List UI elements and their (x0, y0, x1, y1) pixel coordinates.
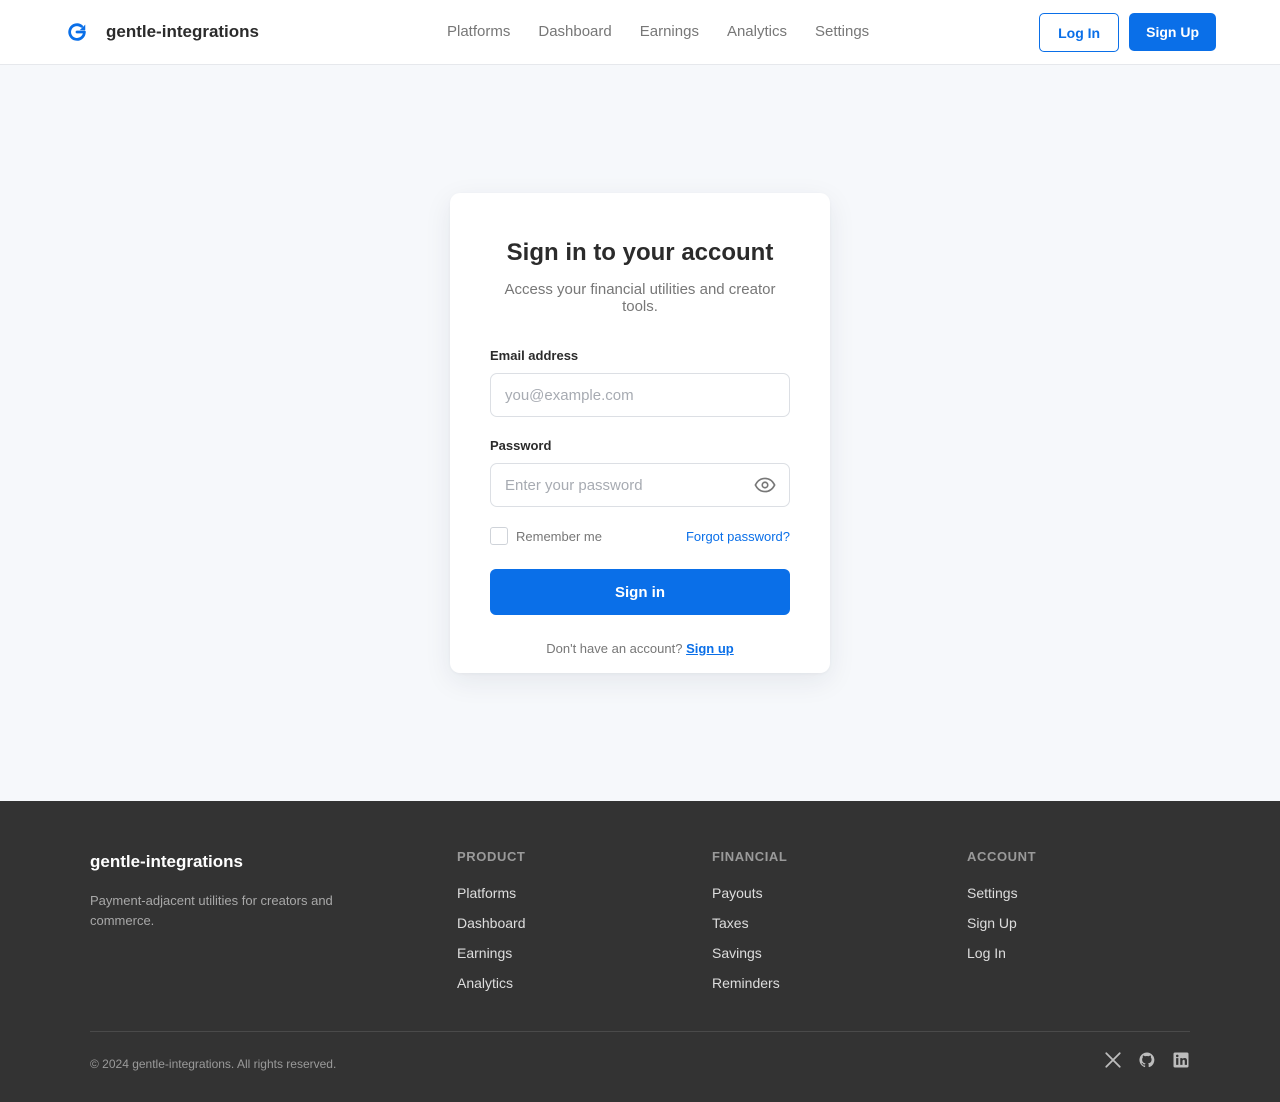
github-icon[interactable] (1138, 1051, 1156, 1069)
footer-heading: ACCOUNT (967, 849, 1037, 864)
remember-me[interactable]: Remember me (490, 527, 602, 545)
nav-item-settings[interactable]: Settings (815, 23, 869, 40)
footer-brand: gentle-integrations (90, 852, 244, 871)
signup-link[interactable]: Sign up (686, 641, 734, 656)
options-row: Remember me Forgot password? (490, 527, 790, 545)
site-header: gentle-integrations Platforms Dashboard … (0, 0, 1280, 65)
eye-icon[interactable] (754, 474, 776, 496)
footer-link-taxes[interactable]: Taxes (712, 915, 749, 931)
footer-link-reminders[interactable]: Reminders (712, 975, 780, 991)
nav-item-analytics[interactable]: Analytics (727, 23, 787, 40)
footer-column-product: PRODUCT Platforms Dashboard Earnings Ana… (457, 849, 526, 1004)
signin-button[interactable]: Sign in (490, 569, 790, 615)
footer-link-payouts[interactable]: Payouts (712, 885, 763, 901)
email-field[interactable] (490, 373, 790, 417)
nav-item-earnings[interactable]: Earnings (640, 23, 699, 40)
linkedin-icon[interactable] (1172, 1051, 1190, 1069)
forgot-password-link[interactable]: Forgot password? (686, 529, 790, 544)
remember-checkbox[interactable] (490, 527, 508, 545)
x-icon[interactable] (1104, 1051, 1122, 1069)
signup-button[interactable]: Sign Up (1129, 13, 1216, 51)
signin-card: Sign in to your account Access your fina… (450, 193, 830, 673)
copyright: © 2024 gentle-integrations. All rights r… (90, 1057, 337, 1071)
footer-link-analytics[interactable]: Analytics (457, 975, 513, 991)
remember-label: Remember me (516, 528, 602, 544)
footer-link-dashboard[interactable]: Dashboard (457, 915, 526, 931)
site-footer: gentle-integrations Payment-adjacent uti… (0, 801, 1280, 1102)
footer-heading: FINANCIAL (712, 849, 788, 864)
footer-link-signup[interactable]: Sign Up (967, 915, 1017, 931)
footer-link-savings[interactable]: Savings (712, 945, 762, 961)
main-nav: Platforms Dashboard Earnings Analytics S… (447, 23, 869, 40)
footer-link-settings[interactable]: Settings (967, 885, 1018, 901)
footer-divider (90, 1031, 1190, 1032)
card-subtitle: Access your financial utilities and crea… (504, 281, 776, 315)
refresh-icon (64, 19, 90, 45)
no-account-text: Don't have an account? (546, 641, 683, 656)
footer-link-earnings[interactable]: Earnings (457, 945, 512, 961)
nav-item-platforms[interactable]: Platforms (447, 23, 510, 40)
nav-item-dashboard[interactable]: Dashboard (538, 23, 611, 40)
footer-link-platforms[interactable]: Platforms (457, 885, 516, 901)
footer-column-financial: FINANCIAL Payouts Taxes Savings Reminder… (712, 849, 787, 1004)
main-content: Sign in to your account Access your fina… (0, 65, 1280, 801)
social-links (1104, 1051, 1190, 1069)
email-label: Email address (490, 348, 579, 363)
email-wrapper (490, 373, 790, 417)
footer-heading: PRODUCT (457, 849, 526, 864)
signup-prompt: Don't have an account? Sign up (490, 641, 790, 656)
login-button[interactable]: Log In (1039, 13, 1120, 52)
password-label: Password (490, 438, 552, 453)
brand[interactable]: gentle-integrations (64, 18, 259, 46)
password-field[interactable] (490, 463, 790, 507)
footer-link-login[interactable]: Log In (967, 945, 1006, 961)
header-actions: Log In Sign Up (1039, 13, 1216, 52)
footer-column-account: ACCOUNT Settings Sign Up Log In (967, 849, 1036, 974)
footer-tagline: Payment-adjacent utilities for creators … (90, 893, 333, 928)
card-title: Sign in to your account (506, 239, 774, 266)
password-wrapper (490, 463, 790, 507)
brand-name: gentle-integrations (106, 22, 260, 41)
